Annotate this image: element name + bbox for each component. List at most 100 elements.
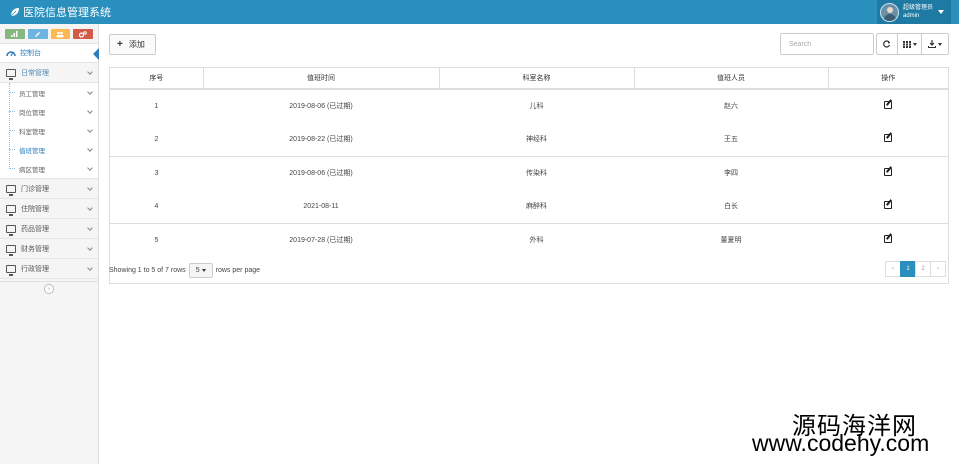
- pagination: ‹ 1 2 ›: [885, 261, 946, 277]
- caret-down-icon: [938, 42, 942, 46]
- duty-table: 序号 值班时间 科室名称 值班人员 操作 1 2019-08-06 (已过期) …: [109, 67, 949, 284]
- table-cell: 2: [154, 135, 159, 143]
- table-cell: 4: [154, 202, 159, 210]
- sidebar-collapse: «: [0, 281, 99, 294]
- sidebar-subitem-label: 员工管理: [19, 90, 45, 98]
- sidebar-item-label: 行政管理: [21, 265, 49, 273]
- table-cell: 神经科: [526, 136, 547, 143]
- table-cell: 5: [110, 222, 203, 257]
- table-cell: 儿科: [529, 103, 544, 111]
- sidebar-subitem-position[interactable]: 岗位管理: [0, 102, 98, 121]
- export-button[interactable]: [921, 33, 949, 55]
- chevron-down-icon: [87, 245, 93, 251]
- column-header[interactable]: 操作: [827, 68, 948, 90]
- top-navbar: 医院信息管理系统 超级管理员 admin: [0, 0, 959, 24]
- search-input[interactable]: [780, 33, 874, 55]
- app-title: 医院信息管理系统: [23, 7, 111, 19]
- download-icon: [928, 40, 936, 48]
- plus-icon: +: [117, 39, 123, 50]
- add-button-label: 添加: [128, 40, 145, 49]
- column-header[interactable]: 序号: [110, 68, 203, 90]
- prev-page-button[interactable]: ‹: [885, 261, 901, 277]
- chevron-down-icon: [87, 127, 93, 133]
- chevron-down-icon: [87, 185, 93, 191]
- user-name: 超级管理员: [903, 5, 934, 11]
- double-angle-left-icon[interactable]: «: [44, 284, 54, 294]
- add-button[interactable]: + 添加: [109, 34, 156, 55]
- sidebar-subitem-staff[interactable]: 员工管理: [0, 83, 98, 102]
- user-menu[interactable]: 超级管理员 admin: [877, 0, 951, 24]
- sidebar-item-finance[interactable]: 财务管理: [0, 239, 98, 259]
- sidebar-item-label: 药品管理: [21, 225, 49, 233]
- edit-icon[interactable]: [884, 101, 892, 110]
- refresh-button[interactable]: [876, 33, 898, 55]
- columns-button[interactable]: [897, 33, 922, 55]
- table-cell: 王五: [724, 136, 738, 143]
- table-row: 5 2019-07-28 (已过期) 外科 董夏明: [110, 222, 948, 257]
- sidebar-subitem-label: 岗位管理: [19, 109, 45, 117]
- page-button[interactable]: 1: [900, 261, 916, 277]
- column-header[interactable]: 值班人员: [633, 68, 828, 90]
- chevron-down-icon: [87, 108, 93, 114]
- table-cell: 2019-08-06 (已过期): [289, 103, 353, 111]
- table-row: 3 2019-08-06 (已过期) 传染科 李四: [110, 155, 948, 190]
- chevron-down-icon: [87, 146, 93, 152]
- caret-down-icon: [938, 10, 945, 14]
- cogs-icon[interactable]: [73, 29, 93, 39]
- next-page-button[interactable]: ›: [930, 261, 946, 277]
- table-cell: 2019-07-28 (已过期): [203, 222, 439, 257]
- submenu-daily: 员工管理 岗位管理 科室管理 值班管理 病区管理: [0, 83, 98, 179]
- sidebar-item-outpatient[interactable]: 门诊管理: [0, 179, 98, 199]
- watermark-url: www.codehy.com: [752, 430, 930, 456]
- user-role: admin: [903, 13, 920, 19]
- avatar: [880, 2, 899, 22]
- table-cell: 李四: [634, 155, 828, 190]
- table-cell: 麻醉科: [526, 203, 547, 210]
- table-cell: 赵六: [724, 103, 738, 111]
- table-cell: 传染科: [439, 155, 634, 190]
- desktop-icon: [6, 68, 16, 80]
- pagination-info: Showing 1 to 5 of 7 rows 5 rows per page: [109, 262, 260, 278]
- chevron-down-icon: [87, 265, 93, 271]
- table-header-row: 序号 值班时间 科室名称 值班人员 操作: [110, 68, 948, 90]
- column-header[interactable]: 值班时间: [202, 68, 439, 90]
- page-button[interactable]: 2: [915, 261, 931, 277]
- tachometer-icon: [6, 51, 16, 57]
- leaf-icon: [10, 8, 19, 17]
- sidebar-subitem-department[interactable]: 科室管理: [0, 121, 98, 140]
- edit-icon[interactable]: [884, 134, 892, 142]
- table-cell: 3: [110, 155, 203, 190]
- table-row: 4 2021-08-11 麻醉科 白长: [110, 190, 948, 224]
- edit-icon[interactable]: [884, 235, 892, 243]
- desktop-icon: [6, 264, 16, 276]
- signal-icon[interactable]: [5, 29, 25, 39]
- chevron-down-icon: [87, 89, 93, 95]
- sidebar-shortcuts: [0, 24, 98, 39]
- desktop-icon: [6, 244, 16, 256]
- sidebar-item-daily[interactable]: 日常管理: [0, 63, 98, 83]
- pencil-icon[interactable]: [27, 29, 48, 39]
- chevron-down-icon: [87, 69, 93, 75]
- sidebar-subitem-duty[interactable]: 值班管理: [0, 140, 98, 159]
- table-cell: 2021-08-11: [303, 202, 339, 210]
- sidebar-item-admin[interactable]: 行政管理: [0, 259, 98, 279]
- sidebar-subitem-ward[interactable]: 病区管理: [0, 159, 98, 178]
- desktop-icon: [6, 204, 16, 216]
- showing-text: Showing 1 to 5 of 7 rows: [109, 266, 186, 274]
- grid-icon: [902, 40, 911, 48]
- sidebar: 控制台 日常管理 员工管理 岗位管理 科室管理 值班管理 病区管理 门诊管理 住…: [0, 24, 99, 464]
- desktop-icon: [6, 184, 16, 196]
- edit-icon[interactable]: [884, 168, 892, 176]
- app-brand[interactable]: 医院信息管理系统: [10, 4, 111, 20]
- sidebar-item-inpatient[interactable]: 住院管理: [0, 199, 98, 219]
- caret-down-icon: [201, 268, 206, 272]
- desktop-icon: [6, 224, 16, 236]
- page-size-select[interactable]: 5: [188, 262, 213, 278]
- edit-icon[interactable]: [884, 201, 892, 209]
- page-size-value: 5: [195, 266, 200, 274]
- chevron-down-icon: [87, 165, 93, 171]
- column-header[interactable]: 科室名称: [438, 68, 634, 90]
- users-icon[interactable]: [50, 29, 71, 39]
- sidebar-item-dashboard[interactable]: 控制台: [0, 43, 99, 63]
- sidebar-item-drugs[interactable]: 药品管理: [0, 219, 98, 239]
